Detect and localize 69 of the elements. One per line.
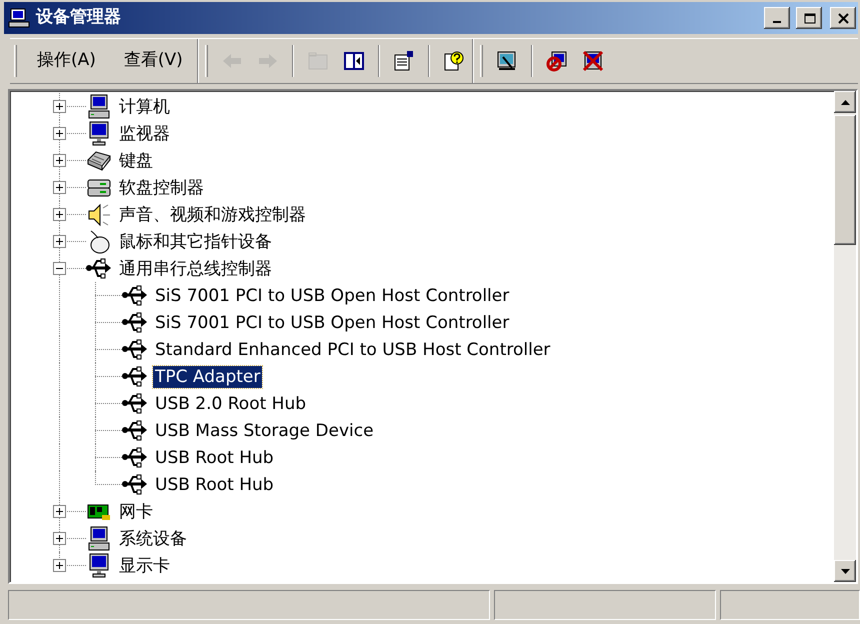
usb-icon bbox=[122, 418, 148, 444]
speaker-icon bbox=[86, 202, 112, 228]
tree-item[interactable]: TPC Adapter bbox=[153, 366, 262, 388]
expand-toggle[interactable] bbox=[53, 505, 66, 518]
usb-icon bbox=[122, 282, 148, 308]
tree-item[interactable]: 声音、视频和游戏控制器 bbox=[117, 204, 308, 226]
down-arrow-icon bbox=[840, 568, 850, 574]
close-icon bbox=[836, 12, 850, 24]
plus-icon bbox=[55, 561, 64, 570]
plus-icon bbox=[55, 102, 64, 111]
tree-item[interactable]: USB Root Hub bbox=[153, 474, 276, 496]
minimize-button[interactable] bbox=[764, 7, 790, 29]
tree-item[interactable]: USB Root Hub bbox=[153, 446, 276, 468]
expand-toggle[interactable] bbox=[53, 559, 66, 572]
menu-item[interactable]: 查看(V) bbox=[110, 44, 197, 78]
plus-icon bbox=[55, 507, 64, 516]
menu-item[interactable]: 操作(A) bbox=[23, 44, 110, 78]
tree-pane-icon bbox=[342, 49, 366, 73]
plus-icon bbox=[55, 210, 64, 219]
tree-item[interactable]: 键盘 bbox=[117, 150, 155, 172]
computer-icon bbox=[86, 526, 112, 552]
expand-toggle[interactable] bbox=[53, 154, 66, 167]
disable-device-icon bbox=[544, 49, 569, 73]
expand-toggle[interactable] bbox=[53, 262, 66, 275]
scroll-up-button[interactable] bbox=[834, 91, 856, 113]
plus-icon bbox=[55, 183, 64, 192]
scroll-thumb[interactable] bbox=[834, 115, 856, 245]
tree-item[interactable]: 鼠标和其它指针设备 bbox=[117, 230, 274, 252]
tree-item[interactable]: 软盘控制器 bbox=[117, 176, 206, 198]
help-icon bbox=[442, 49, 466, 73]
tree-item[interactable]: 监视器 bbox=[117, 122, 172, 144]
usb-icon bbox=[122, 336, 148, 362]
tree-item[interactable]: 显示卡 bbox=[117, 554, 172, 576]
tree-item[interactable]: Standard Enhanced PCI to USB Host Controller bbox=[153, 338, 552, 360]
minimize-icon bbox=[773, 21, 781, 23]
scroll-down-button[interactable] bbox=[834, 560, 856, 582]
usb-icon bbox=[122, 472, 148, 498]
close-button[interactable] bbox=[830, 7, 856, 29]
expand-toggle[interactable] bbox=[53, 235, 66, 248]
plus-icon bbox=[55, 237, 64, 246]
tree-item[interactable]: 网卡 bbox=[117, 500, 155, 522]
window-title: 设备管理器 bbox=[36, 6, 122, 30]
tree-item[interactable]: USB 2.0 Root Hub bbox=[153, 392, 308, 414]
usb-icon bbox=[122, 364, 148, 390]
tree-item[interactable]: SiS 7001 PCI to USB Open Host Controller bbox=[153, 312, 512, 334]
expand-toggle[interactable] bbox=[53, 532, 66, 545]
plus-icon bbox=[55, 129, 64, 138]
usb-icon bbox=[122, 390, 148, 416]
properties-icon bbox=[392, 49, 416, 73]
maximize-button[interactable] bbox=[796, 7, 822, 29]
maximize-icon bbox=[802, 12, 816, 24]
plus-icon bbox=[55, 156, 64, 165]
usb-icon bbox=[122, 310, 148, 336]
tree-item[interactable]: 计算机 bbox=[117, 96, 172, 118]
computer-icon bbox=[86, 94, 112, 120]
tree-item[interactable]: 系统设备 bbox=[117, 528, 189, 550]
tree-item[interactable]: 通用串行总线控制器 bbox=[117, 258, 274, 280]
tree-item[interactable]: USB Mass Storage Device bbox=[153, 420, 376, 442]
uninstall-icon bbox=[580, 49, 605, 73]
plus-icon bbox=[55, 534, 64, 543]
computer-icon bbox=[8, 7, 30, 29]
expand-toggle[interactable] bbox=[53, 127, 66, 140]
expand-toggle[interactable] bbox=[53, 208, 66, 221]
tree-item[interactable]: SiS 7001 PCI to USB Open Host Controller bbox=[153, 284, 512, 306]
usb-icon bbox=[86, 256, 112, 282]
usb-icon bbox=[122, 444, 148, 470]
up-arrow-icon bbox=[840, 100, 850, 104]
expand-toggle[interactable] bbox=[53, 181, 66, 194]
expand-toggle[interactable] bbox=[53, 100, 66, 113]
